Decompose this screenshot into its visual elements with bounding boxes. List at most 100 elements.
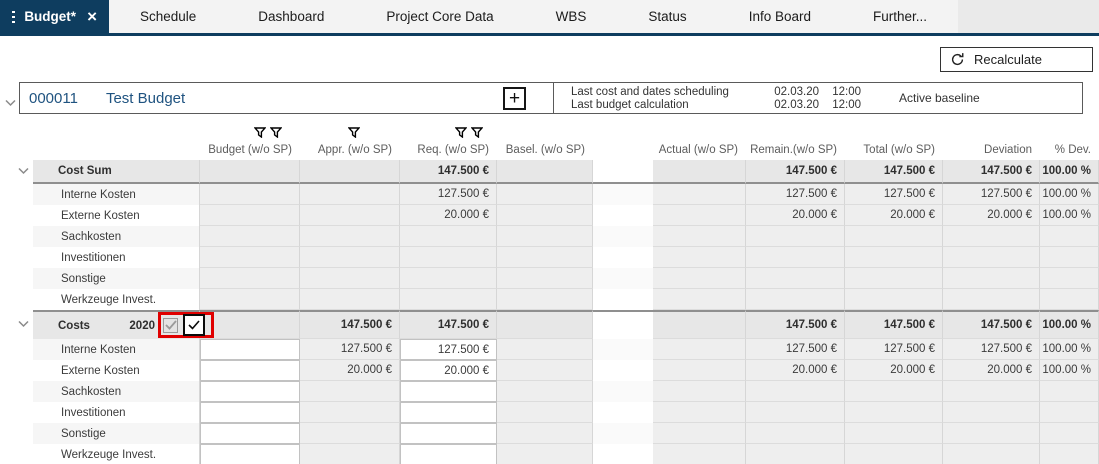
cell-appr xyxy=(300,247,400,268)
table-row-investitionen-1: Investitionen xyxy=(0,402,1099,423)
column-header-label: Appr. (w/o SP) xyxy=(318,144,392,156)
tab-schedule[interactable]: Schedule xyxy=(109,0,227,33)
row-label: Investitionen xyxy=(33,247,200,268)
cell-basel xyxy=(497,226,593,247)
column-gap-cell xyxy=(593,184,653,205)
project-name: Test Budget xyxy=(106,90,185,107)
cell-budget xyxy=(200,226,300,247)
cell-deviation xyxy=(943,247,1040,268)
tab-info-board[interactable]: Info Board xyxy=(718,0,842,33)
add-budget-year-button[interactable]: + xyxy=(503,87,526,110)
table-row-sonstige-0: Sonstige xyxy=(0,268,1099,289)
cell-req[interactable] xyxy=(400,402,497,423)
cell-total: 127.500 € xyxy=(845,339,943,360)
cell-budget[interactable] xyxy=(200,423,300,444)
row-label: Externe Kosten xyxy=(33,360,200,381)
row-label: Sachkosten xyxy=(33,381,200,402)
row-label: Sonstige xyxy=(33,423,200,444)
column-gap-cell xyxy=(593,381,653,402)
cell-remain xyxy=(746,423,845,444)
cell-actual xyxy=(653,444,746,464)
column-header-pdev: % Dev. xyxy=(1040,116,1099,160)
info-date: 02.03.20 xyxy=(769,86,819,98)
tab-further[interactable]: Further... xyxy=(842,0,958,33)
cell-budget[interactable] xyxy=(200,381,300,402)
group-label: Cost Sum xyxy=(33,160,200,184)
cell-req[interactable] xyxy=(400,423,497,444)
group-cell-pdev: 100.00 % xyxy=(1040,160,1099,184)
info-date: 02.03.20 xyxy=(769,99,819,111)
filter-icon[interactable] xyxy=(348,127,360,141)
group-year: 2020 xyxy=(129,320,155,332)
cell-req xyxy=(400,226,497,247)
tab-list: ScheduleDashboardProject Core DataWBSSta… xyxy=(109,0,958,33)
cell-pdev xyxy=(1040,444,1099,464)
cell-budget[interactable] xyxy=(200,444,300,464)
cell-appr xyxy=(300,381,400,402)
cell-basel xyxy=(497,184,593,205)
cell-appr xyxy=(300,402,400,423)
tab-wbs[interactable]: WBS xyxy=(525,0,618,33)
project-id: 000011 xyxy=(29,90,78,107)
cell-remain: 127.500 € xyxy=(746,184,845,205)
column-gap-cell xyxy=(593,226,653,247)
cell-total xyxy=(845,423,943,444)
filter-icon[interactable] xyxy=(455,127,467,141)
cell-deviation xyxy=(943,402,1040,423)
column-header-remain: Remain.(w/o SP) xyxy=(746,116,845,160)
cell-actual xyxy=(653,381,746,402)
row-gutter xyxy=(0,160,33,184)
approval-checkbox[interactable] xyxy=(183,314,205,336)
table-row-sachkosten-0: Sachkosten xyxy=(0,226,1099,247)
row-gutter xyxy=(0,289,33,310)
group-cell-total: 147.500 € xyxy=(845,160,943,184)
active-tab-label: Budget* xyxy=(24,9,76,24)
tab-dashboard[interactable]: Dashboard xyxy=(227,0,355,33)
cell-deviation xyxy=(943,289,1040,310)
recalculate-button[interactable]: Recalculate xyxy=(940,47,1093,72)
cell-deviation xyxy=(943,444,1040,464)
cell-req xyxy=(400,268,497,289)
filter-icon[interactable] xyxy=(270,127,282,141)
cell-actual xyxy=(653,268,746,289)
chevron-down-icon[interactable] xyxy=(18,166,29,178)
filter-icon[interactable] xyxy=(471,127,483,141)
group-cell-appr xyxy=(300,160,400,184)
cell-req[interactable] xyxy=(400,444,497,464)
cell-req: 20.000 € xyxy=(400,205,497,226)
filter-icon[interactable] xyxy=(254,127,266,141)
cell-req[interactable] xyxy=(400,381,497,402)
chevron-down-icon[interactable] xyxy=(18,319,29,331)
cell-budget[interactable] xyxy=(200,360,300,381)
cell-deviation: 127.500 € xyxy=(943,339,1040,360)
cell-req[interactable]: 127.500 € xyxy=(400,339,497,360)
tab-project-core-data[interactable]: Project Core Data xyxy=(355,0,524,33)
cell-req[interactable]: 20.000 € xyxy=(400,360,497,381)
cell-basel xyxy=(497,247,593,268)
hamburger-menu-icon[interactable] xyxy=(12,11,15,23)
project-header-box: 000011 Test Budget + Last cost and dates… xyxy=(19,82,1083,114)
column-header-label: Basel. (w/o SP) xyxy=(506,144,585,156)
row-label: Interne Kosten xyxy=(33,184,200,205)
collapse-header-chevron-icon[interactable] xyxy=(5,94,16,112)
row-label: Investitionen xyxy=(33,402,200,423)
column-header-budget: Budget (w/o SP) xyxy=(200,116,300,160)
filter-icons xyxy=(455,127,483,141)
tab-status[interactable]: Status xyxy=(617,0,717,33)
info-time: 12:00 xyxy=(819,86,861,98)
group-cell-actual xyxy=(653,310,746,339)
cell-total: 20.000 € xyxy=(845,205,943,226)
cell-appr xyxy=(300,423,400,444)
group-cell-basel xyxy=(497,160,593,184)
row-gutter xyxy=(0,184,33,205)
close-tab-icon[interactable]: × xyxy=(87,8,97,25)
column-gap xyxy=(593,116,653,160)
column-gap-cell xyxy=(593,160,653,184)
cell-budget[interactable] xyxy=(200,339,300,360)
tab-budget-active[interactable]: Budget* × xyxy=(0,0,109,33)
cell-budget[interactable] xyxy=(200,402,300,423)
cell-appr xyxy=(300,226,400,247)
active-baseline-label: Active baseline xyxy=(899,91,980,105)
row-label: Externe Kosten xyxy=(33,205,200,226)
group-name: Cost Sum xyxy=(58,165,112,177)
